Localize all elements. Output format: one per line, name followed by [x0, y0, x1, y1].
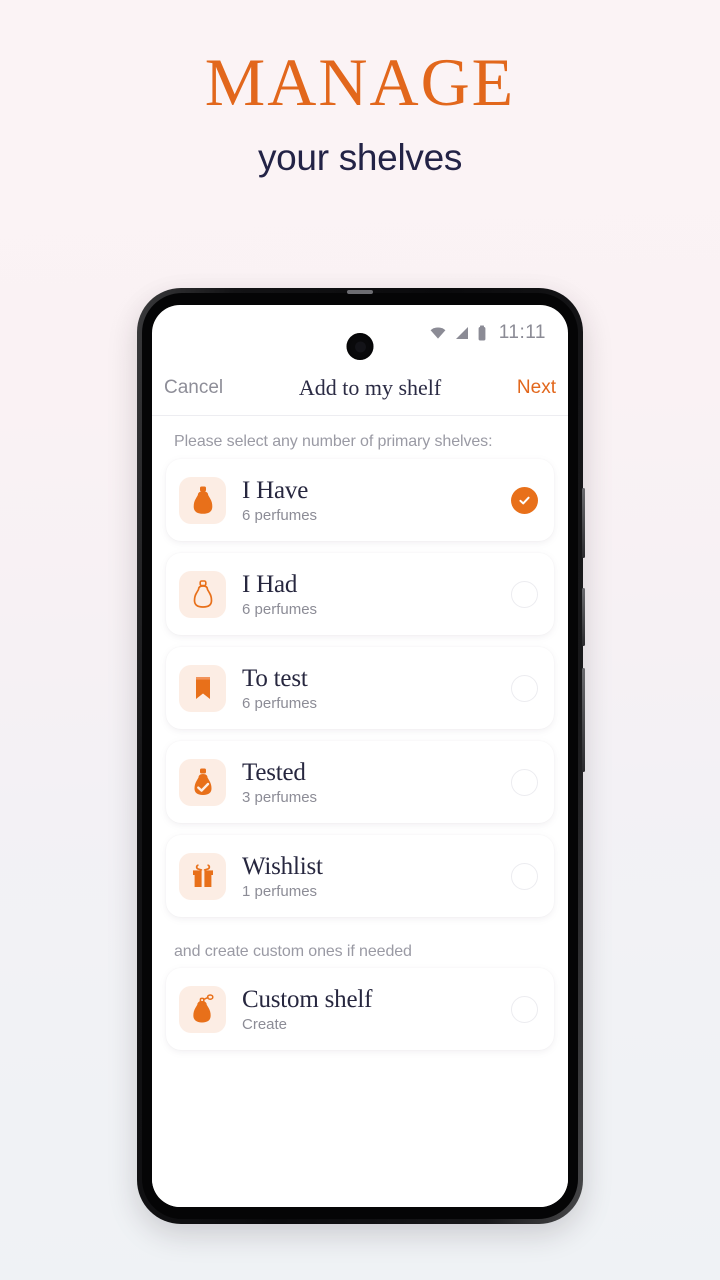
- shelf-text: Tested 3 perfumes: [242, 759, 511, 806]
- cellular-signal-icon: [455, 327, 468, 339]
- shelf-row-tested[interactable]: Tested 3 perfumes: [166, 741, 554, 823]
- shelf-checkbox[interactable]: [511, 768, 538, 796]
- primary-section-label: Please select any number of primary shel…: [174, 433, 493, 450]
- navigation-bar: Cancel Add to my shelf Next: [152, 361, 568, 415]
- tile-background: [179, 985, 226, 1033]
- front-camera-punch-hole: [346, 333, 374, 360]
- shelf-checkbox[interactable]: [511, 580, 538, 608]
- shelf-title: Tested: [242, 758, 306, 786]
- battery-icon: [478, 325, 486, 340]
- shelf-title: Custom shelf: [242, 985, 373, 1013]
- power-button[interactable]: [582, 588, 585, 646]
- next-button[interactable]: Next: [517, 377, 556, 399]
- shelf-title: To test: [242, 664, 308, 692]
- shelf-text: Custom shelf Create: [242, 986, 511, 1033]
- perfume-bottle-filled-icon: [193, 486, 212, 514]
- bookmark-icon: [195, 677, 210, 699]
- tile-background: [179, 852, 226, 900]
- tile-background: [179, 476, 226, 524]
- shelf-checkbox[interactable]: [511, 995, 538, 1023]
- shelf-subtitle: Create: [242, 1015, 288, 1033]
- cancel-button[interactable]: Cancel: [164, 377, 223, 399]
- wifi-icon: [430, 327, 446, 339]
- shelf-text: I Have 6 perfumes: [242, 477, 511, 524]
- custom-section-label: and create custom ones if needed: [174, 943, 412, 960]
- shelf-text: Wishlist 1 perfumes: [242, 853, 511, 900]
- tile-background: [179, 664, 226, 712]
- shelf-selection-content: Please select any number of primary shel…: [152, 416, 568, 1207]
- shelf-title: I Have: [242, 476, 309, 504]
- volume-up-button[interactable]: [582, 488, 585, 558]
- check-icon: [519, 496, 530, 504]
- shelf-checkbox[interactable]: [511, 862, 538, 890]
- tile-background: [179, 570, 226, 618]
- perfume-bottle-check-icon: [194, 768, 211, 795]
- shelf-row-to-test[interactable]: To test 6 perfumes: [166, 647, 554, 729]
- shelf-row-custom-shelf[interactable]: Custom shelf Create: [166, 968, 554, 1050]
- shelf-checkbox-selected[interactable]: [511, 486, 538, 514]
- perfume-atomizer-icon: [192, 994, 214, 1023]
- shelf-subtitle: 3 perfumes: [242, 788, 318, 806]
- gift-icon: [192, 864, 213, 887]
- promo-subtitle: your shelves: [257, 137, 463, 178]
- shelf-row-wishlist[interactable]: Wishlist 1 perfumes: [166, 835, 554, 917]
- shelf-text: To test 6 perfumes: [242, 665, 511, 712]
- status-time: 11:11: [498, 322, 546, 343]
- screen-title: Add to my shelf: [298, 375, 442, 400]
- shelf-subtitle: 6 perfumes: [242, 600, 318, 618]
- shelf-row-i-have[interactable]: I Have 6 perfumes: [166, 459, 554, 541]
- tile-background: [179, 758, 226, 806]
- promo-title: MANAGE: [204, 44, 516, 120]
- shelf-row-i-had[interactable]: I Had 6 perfumes: [166, 553, 554, 635]
- volume-button[interactable]: [582, 668, 585, 772]
- shelf-subtitle: 6 perfumes: [242, 506, 318, 524]
- shelf-title: I Had: [242, 570, 298, 598]
- phone-mockup: 11:11 Cancel Add to my shelf Next Please…: [137, 288, 585, 1224]
- promo-banner: MANAGE your shelves: [0, 0, 720, 179]
- shelf-subtitle: 6 perfumes: [242, 694, 318, 712]
- perfume-bottle-outline-icon: [193, 580, 212, 608]
- earpiece-speaker: [347, 290, 373, 294]
- shelf-checkbox[interactable]: [511, 674, 538, 702]
- phone-screen: 11:11 Cancel Add to my shelf Next Please…: [152, 305, 568, 1207]
- shelf-title: Wishlist: [242, 852, 323, 880]
- shelf-text: I Had 6 perfumes: [242, 571, 511, 618]
- shelf-subtitle: 1 perfumes: [242, 882, 318, 900]
